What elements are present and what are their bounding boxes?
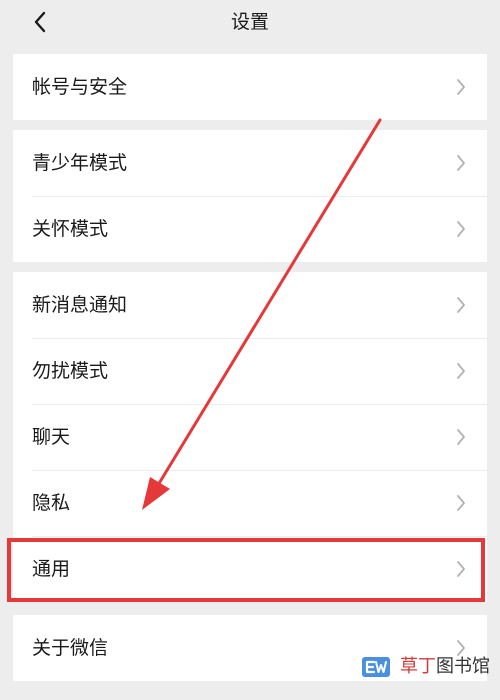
settings-item-privacy[interactable]: 隐私 xyxy=(13,470,487,536)
settings-page: 设置 帐号与安全 青少年模式 关怀模式 新消息通知 勿扰模式 聊天 隐私 通用 … xyxy=(0,0,500,700)
settings-item-label: 勿扰模式 xyxy=(32,360,109,382)
chevron-right-icon xyxy=(455,428,467,446)
settings-item-notifications[interactable]: 新消息通知 xyxy=(13,272,487,338)
watermark-text-rest: 图书馆 xyxy=(436,656,490,677)
settings-item-general[interactable]: 通用 xyxy=(13,536,487,602)
chevron-right-icon xyxy=(455,494,467,512)
settings-group-general: 新消息通知 勿扰模式 聊天 隐私 通用 xyxy=(13,272,487,602)
chevron-right-icon xyxy=(455,78,467,96)
settings-item-care-mode[interactable]: 关怀模式 xyxy=(13,196,487,262)
settings-item-label: 青少年模式 xyxy=(32,152,128,174)
settings-item-do-not-disturb[interactable]: 勿扰模式 xyxy=(13,338,487,404)
chevron-right-icon xyxy=(455,296,467,314)
settings-group-account: 帐号与安全 xyxy=(13,54,487,120)
navigation-bar: 设置 xyxy=(0,0,500,44)
settings-group-modes: 青少年模式 关怀模式 xyxy=(13,130,487,262)
settings-item-chat[interactable]: 聊天 xyxy=(13,404,487,470)
settings-item-account-security[interactable]: 帐号与安全 xyxy=(13,54,487,120)
settings-item-label: 新消息通知 xyxy=(32,294,128,316)
watermark: 草丁图书馆 xyxy=(362,653,490,681)
settings-item-label: 关怀模式 xyxy=(32,218,109,240)
page-title: 设置 xyxy=(230,11,269,33)
chevron-right-icon xyxy=(455,220,467,238)
settings-item-label: 通用 xyxy=(32,558,71,580)
ew-logo-icon xyxy=(362,657,390,677)
chevron-right-icon xyxy=(455,560,467,578)
watermark-text: 草丁图书馆 xyxy=(400,656,490,678)
settings-item-label: 聊天 xyxy=(32,426,71,448)
chevron-right-icon xyxy=(455,154,467,172)
chevron-right-icon xyxy=(455,362,467,380)
watermark-text-accent: 草丁 xyxy=(400,656,436,677)
settings-item-label: 隐私 xyxy=(32,492,71,514)
settings-item-teen-mode[interactable]: 青少年模式 xyxy=(13,130,487,196)
settings-item-label: 帐号与安全 xyxy=(32,76,128,98)
